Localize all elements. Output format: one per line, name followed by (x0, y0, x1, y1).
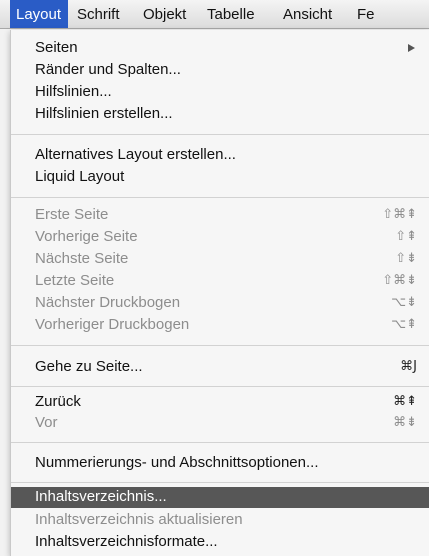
menu-item-label: Ränder und Spalten... (35, 61, 181, 78)
menu-item-gehe-zu-seite[interactable]: Gehe zu Seite... ⌘J (11, 357, 429, 377)
menu-item-label: Nächste Seite (35, 250, 129, 267)
shortcut: ⇧⌘⇟ (382, 273, 417, 288)
shortcut: ⌥⇟ (391, 295, 417, 310)
menu-item-vorheriger-druckbogen[interactable]: Vorheriger Druckbogen ⌥⇞ (11, 315, 429, 335)
menu-item-label: Letzte Seite (35, 272, 115, 289)
menu-item-label: Vorherige Seite (35, 228, 138, 245)
menu-objekt[interactable]: Objekt (143, 0, 186, 28)
menu-item-inhaltsverzeichnis[interactable]: Inhaltsverzeichnis... (11, 487, 429, 508)
submenu-arrow-icon (408, 44, 415, 52)
menu-item-naechste-seite[interactable]: Nächste Seite ⇧⇟ (11, 249, 429, 269)
menu-item-label: Seiten (35, 39, 78, 56)
shortcut: ⇧⌘⇞ (382, 207, 417, 222)
shortcut: ⇧⇞ (395, 229, 417, 244)
menu-item-label: Gehe zu Seite... (35, 358, 143, 375)
separator (11, 442, 429, 443)
menu-item-label: Liquid Layout (35, 168, 125, 185)
shortcut: ⌘⇞ (393, 394, 417, 409)
menu-item-label: Hilfslinien... (35, 83, 112, 100)
menu-item-label: Zurück (35, 393, 81, 410)
menu-item-zurueck[interactable]: Zurück ⌘⇞ (11, 392, 429, 412)
shortcut: ⇧⇟ (395, 251, 417, 266)
menu-tabelle[interactable]: Tabelle (207, 0, 255, 28)
menu-item-label: Nächster Druckbogen (35, 294, 181, 311)
menu-item-vor[interactable]: Vor ⌘⇟ (11, 413, 429, 433)
menu-item-inhaltsverzeichnisformate[interactable]: Inhaltsverzeichnisformate... (11, 532, 429, 552)
menu-item-label: Inhaltsverzeichnis aktualisieren (35, 511, 243, 528)
shortcut: ⌥⇞ (391, 317, 417, 332)
menu-item-label: Vor (35, 414, 58, 431)
shortcut: ⌘⇟ (393, 415, 417, 430)
menu-item-alternatives-layout[interactable]: Alternatives Layout erstellen... (11, 145, 429, 165)
separator (11, 482, 429, 483)
separator (11, 345, 429, 346)
shortcut: ⌘J (400, 359, 417, 374)
menu-item-vorherige-seite[interactable]: Vorherige Seite ⇧⇞ (11, 227, 429, 247)
menu-schrift[interactable]: Schrift (77, 0, 120, 28)
separator (11, 134, 429, 135)
menu-item-hilfslinien[interactable]: Hilfslinien... (11, 82, 429, 102)
separator (11, 386, 429, 387)
menu-item-inhaltsverzeichnis-aktualisieren[interactable]: Inhaltsverzeichnis aktualisieren (11, 510, 429, 530)
menu-item-liquid-layout[interactable]: Liquid Layout (11, 167, 429, 187)
menu-item-naechster-druckbogen[interactable]: Nächster Druckbogen ⌥⇟ (11, 293, 429, 313)
menu-item-nummerierungsoptionen[interactable]: Nummerierungs- und Abschnittsoptionen... (11, 453, 429, 473)
menu-item-label: Erste Seite (35, 206, 109, 223)
separator (11, 197, 429, 198)
menu-item-label: Alternatives Layout erstellen... (35, 146, 236, 163)
menu-fenster[interactable]: Fe (357, 0, 375, 28)
menu-item-seiten[interactable]: Seiten (11, 38, 429, 58)
menu-item-label: Inhaltsverzeichnisformate... (35, 533, 218, 550)
menu-layout[interactable]: Layout (10, 0, 69, 28)
menu-item-label: Hilfslinien erstellen... (35, 105, 173, 122)
menu-item-hilfslinien-erstellen[interactable]: Hilfslinien erstellen... (11, 104, 429, 124)
menu-ansicht[interactable]: Ansicht (283, 0, 332, 28)
layout-dropdown-menu: Seiten Ränder und Spalten... Hilfslinien… (10, 30, 429, 556)
menu-item-label: Inhaltsverzeichnis... (35, 488, 167, 505)
menu-item-erste-seite[interactable]: Erste Seite ⇧⌘⇞ (11, 205, 429, 225)
menu-item-raender-spalten[interactable]: Ränder und Spalten... (11, 60, 429, 80)
menu-item-label: Vorheriger Druckbogen (35, 316, 190, 333)
menu-item-label: Nummerierungs- und Abschnittsoptionen... (35, 454, 319, 471)
menu-item-letzte-seite[interactable]: Letzte Seite ⇧⌘⇟ (11, 271, 429, 291)
menu-bar: Layout Schrift Objekt Tabelle Ansicht Fe (0, 0, 429, 29)
